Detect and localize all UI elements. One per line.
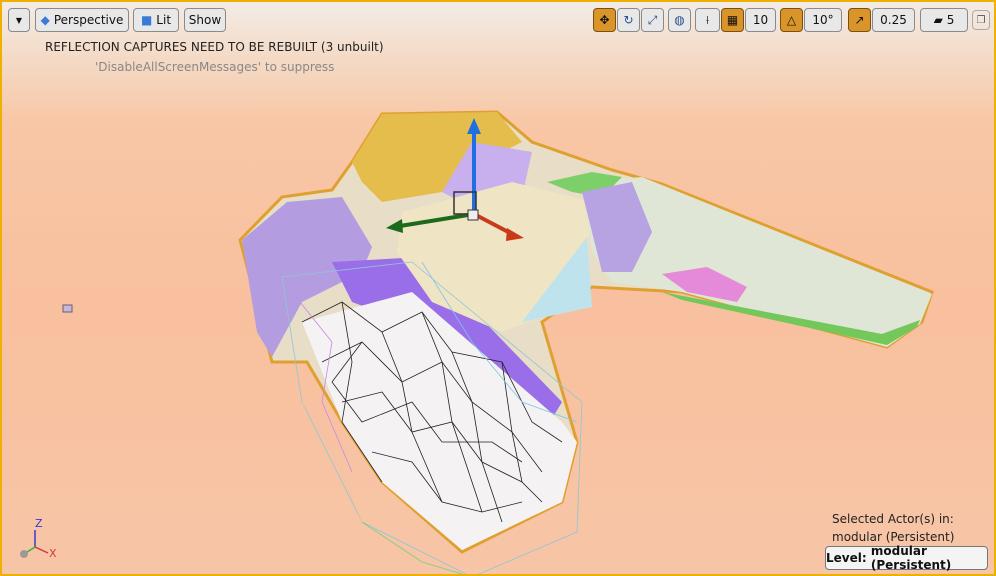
surface-snap-button[interactable]: ⟊ [695,8,720,32]
axis-x-label: X [49,547,57,560]
rotation-snap-value-label: 10° [812,13,834,27]
rotation-snap-value[interactable]: 10° [804,8,842,32]
suppress-hint: 'DisableAllScreenMessages' to suppress [95,60,335,74]
viewport-toolbar: ▼ ◆ Perspective ■ Lit Show ✥ ↻ ⤢ ◍ ⟊ ▦ 1… [2,2,994,38]
move-icon: ✥ [599,13,610,27]
reflection-capture-icon[interactable] [62,304,73,313]
perspective-label: Perspective [53,13,124,27]
lit-label: Lit [156,13,172,27]
level-label: Level: [826,551,867,565]
lit-button[interactable]: ■ Lit [133,8,179,32]
maximize-viewport-button[interactable]: ❐ [972,10,990,30]
lit-cube-icon: ■ [140,13,153,27]
perspective-cube-icon: ◆ [40,13,50,27]
show-label: Show [188,13,222,27]
globe-icon: ◍ [674,13,685,27]
reflection-warning: REFLECTION CAPTURES NEED TO BE REBUILT (… [45,40,384,54]
axis-z-label: Z [35,517,43,530]
scale-snap-value-label: 0.25 [880,13,907,27]
world-local-toggle[interactable]: ◍ [668,8,691,32]
camera-icon: ▰ [933,13,943,27]
grid-snap-toggle[interactable]: ▦ [721,8,744,32]
axis-indicator [20,530,49,558]
chevron-down-icon: ▼ [15,15,23,25]
scale-mode-button[interactable]: ⤢ [641,8,664,32]
selected-actors-info: Selected Actor(s) in: modular (Persisten… [832,510,954,546]
level-value: modular (Persistent) [870,544,952,572]
current-level-badge[interactable]: Level: modular (Persistent) [825,544,988,572]
scale-snap-toggle[interactable]: ↗ [848,8,871,32]
rotation-snap-toggle[interactable]: △ [780,8,803,32]
grid-icon: ▦ [726,13,739,27]
camera-speed-value: 5 [946,13,955,27]
level-viewport[interactable]: Z X ▼ ◆ Perspective ■ Lit Show ✥ ↻ ⤢ ◍ ⟊… [0,0,996,576]
angle-icon: △ [786,13,797,27]
translate-mode-button[interactable]: ✥ [593,8,616,32]
show-button[interactable]: Show [184,8,226,32]
scale-icon: ⤢ [647,12,658,27]
scale-snap-value[interactable]: 0.25 [872,8,915,32]
grid-snap-value[interactable]: 10 [745,8,776,32]
viewport-options-button[interactable]: ▼ [8,8,30,32]
selected-actors-line1: Selected Actor(s) in: [832,512,954,526]
maximize-icon: ❐ [976,14,986,26]
rotate-mode-button[interactable]: ↻ [617,8,640,32]
camera-speed-button[interactable]: ▰ 5 [920,8,968,32]
surface-snap-icon: ⟊ [705,12,710,27]
scale-arrow-icon: ↗ [854,13,865,27]
scene-render[interactable] [2,2,996,576]
rotate-icon: ↻ [623,13,634,27]
perspective-button[interactable]: ◆ Perspective [35,8,129,32]
grid-snap-value-label: 10 [752,13,769,27]
